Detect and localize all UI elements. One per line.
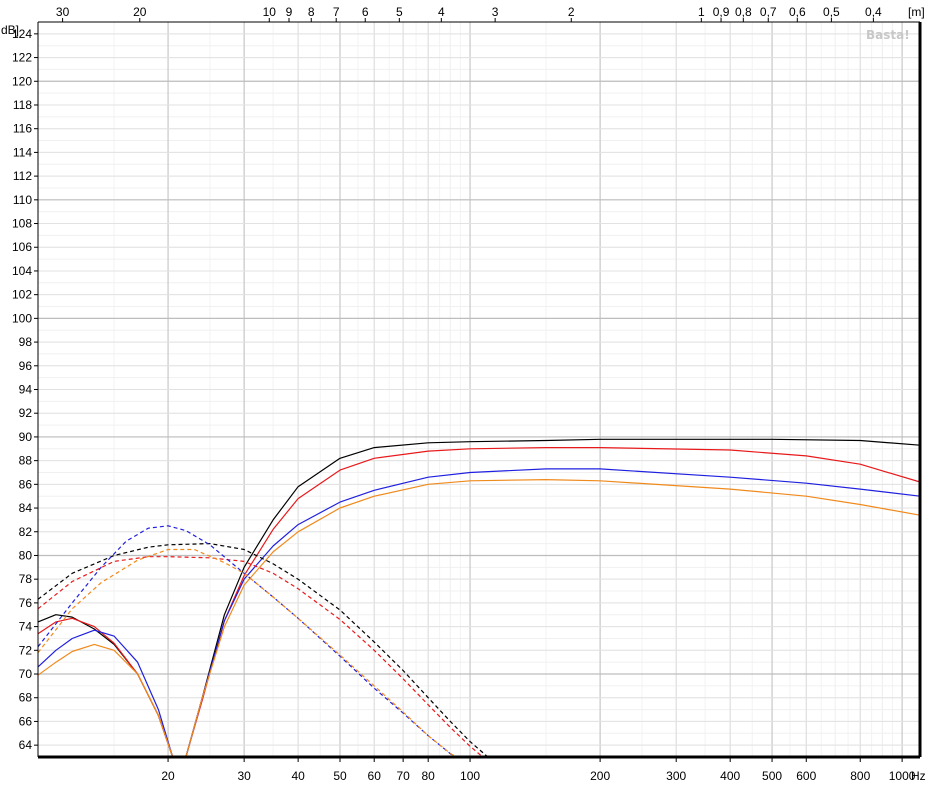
top-tick-label: 9 bbox=[286, 5, 293, 19]
y-tick-label: 68 bbox=[19, 691, 33, 705]
x-tick-label: 40 bbox=[291, 769, 305, 783]
top-tick-label: 10 bbox=[263, 5, 277, 19]
y-tick-label: 94 bbox=[19, 383, 33, 397]
series-line-3 bbox=[185, 447, 921, 758]
y-tick-label: 96 bbox=[19, 359, 33, 373]
x-unit-label: Hz bbox=[911, 769, 926, 783]
y-tick-label: 64 bbox=[19, 738, 33, 752]
top-tick-label: 5 bbox=[396, 5, 403, 19]
y-tick-label: 88 bbox=[19, 454, 33, 468]
y-tick-label: 78 bbox=[19, 572, 33, 586]
y-tick-label: 84 bbox=[19, 501, 33, 515]
x-tick-label: 500 bbox=[762, 769, 782, 783]
y-tick-label: 66 bbox=[19, 714, 33, 728]
x-tick-label: 300 bbox=[666, 769, 686, 783]
y-tick-label: 80 bbox=[19, 548, 33, 562]
y-tick-label: 116 bbox=[13, 122, 32, 136]
x-tick-label: 80 bbox=[422, 769, 436, 783]
top-tick-label: 0,5 bbox=[823, 5, 840, 19]
y-unit-label: dB] bbox=[1, 23, 19, 37]
x-tick-label: 100 bbox=[460, 769, 480, 783]
series-line-10 bbox=[37, 525, 455, 758]
y-tick-label: 102 bbox=[12, 288, 32, 302]
top-tick-label: 0,8 bbox=[735, 5, 752, 19]
top-tick-label: 0,4 bbox=[865, 5, 882, 19]
x-tick-label: 50 bbox=[333, 769, 347, 783]
series-line-7 bbox=[185, 479, 921, 758]
y-tick-label: 74 bbox=[19, 620, 33, 634]
y-tick-label: 104 bbox=[12, 264, 32, 278]
y-tick-label: 110 bbox=[13, 193, 32, 207]
spl-frequency-chart: 6466687072747678808284868890929496981001… bbox=[1, 5, 926, 783]
y-tick-label: 90 bbox=[19, 430, 33, 444]
y-tick-label: 106 bbox=[12, 240, 32, 254]
y-tick-label: 86 bbox=[19, 477, 33, 491]
series-line-11 bbox=[37, 548, 457, 758]
top-tick-label: 0,7 bbox=[760, 5, 777, 19]
top-wavelength-axis: 30 20 10 9 8 7 6 5 4 3 2 1 0,9 0,8 0,7 0,6 0,5 0,4 bbox=[56, 5, 882, 22]
top-tick-label: 1 bbox=[698, 5, 705, 19]
y-tick-label: 70 bbox=[19, 667, 33, 681]
y-tick-label: 92 bbox=[19, 406, 33, 420]
series-line-6 bbox=[37, 643, 174, 758]
top-tick-label: 20 bbox=[133, 5, 147, 19]
top-tick-label: 8 bbox=[308, 5, 315, 19]
x-tick-label: 70 bbox=[396, 769, 410, 783]
y-tick-label: 122 bbox=[12, 51, 32, 65]
top-tick-label: 2 bbox=[568, 5, 575, 19]
watermark-text: Basta! bbox=[866, 28, 910, 42]
x-axis-ticks: 20 30 40 50 60 70 80 100 200 300 400 500 600 800 1000 bbox=[161, 757, 916, 783]
y-tick-label: 72 bbox=[19, 643, 33, 657]
x-tick-label: 60 bbox=[368, 769, 382, 783]
y-axis-ticks: 64 66 68 70 72 74 76 78 80 82 84 86 88 90 92 94 96 98 100 1… bbox=[12, 27, 38, 752]
y-tick-label: 108 bbox=[12, 217, 32, 231]
x-tick-label: 800 bbox=[850, 769, 870, 783]
top-tick-label: 0,9 bbox=[713, 5, 730, 19]
y-tick-label: 100 bbox=[12, 311, 32, 325]
x-tick-label: 600 bbox=[796, 769, 816, 783]
y-tick-label: 114 bbox=[13, 145, 32, 159]
top-tick-label: 3 bbox=[492, 5, 499, 19]
series-line-2 bbox=[37, 617, 174, 758]
y-tick-label: 118 bbox=[13, 98, 32, 112]
major-grid bbox=[38, 22, 920, 757]
y-tick-label: 112 bbox=[13, 169, 32, 183]
y-tick-label: 76 bbox=[19, 596, 33, 610]
top-tick-label: 0,6 bbox=[789, 5, 806, 19]
top-tick-label: 4 bbox=[438, 5, 445, 19]
x-tick-label: 30 bbox=[237, 769, 251, 783]
x-tick-label: 20 bbox=[161, 769, 175, 783]
x-tick-label: 200 bbox=[590, 769, 610, 783]
y-tick-label: 82 bbox=[19, 525, 33, 539]
y-tick-label: 120 bbox=[12, 74, 32, 88]
y-tick-label: 98 bbox=[19, 335, 33, 349]
series-line-4 bbox=[37, 629, 174, 758]
top-tick-label: 30 bbox=[56, 5, 70, 19]
top-unit-label: [m] bbox=[908, 5, 925, 19]
top-tick-label: 6 bbox=[362, 5, 369, 19]
top-tick-label: 7 bbox=[333, 5, 340, 19]
series-line-5 bbox=[185, 468, 921, 758]
x-tick-label: 400 bbox=[720, 769, 740, 783]
